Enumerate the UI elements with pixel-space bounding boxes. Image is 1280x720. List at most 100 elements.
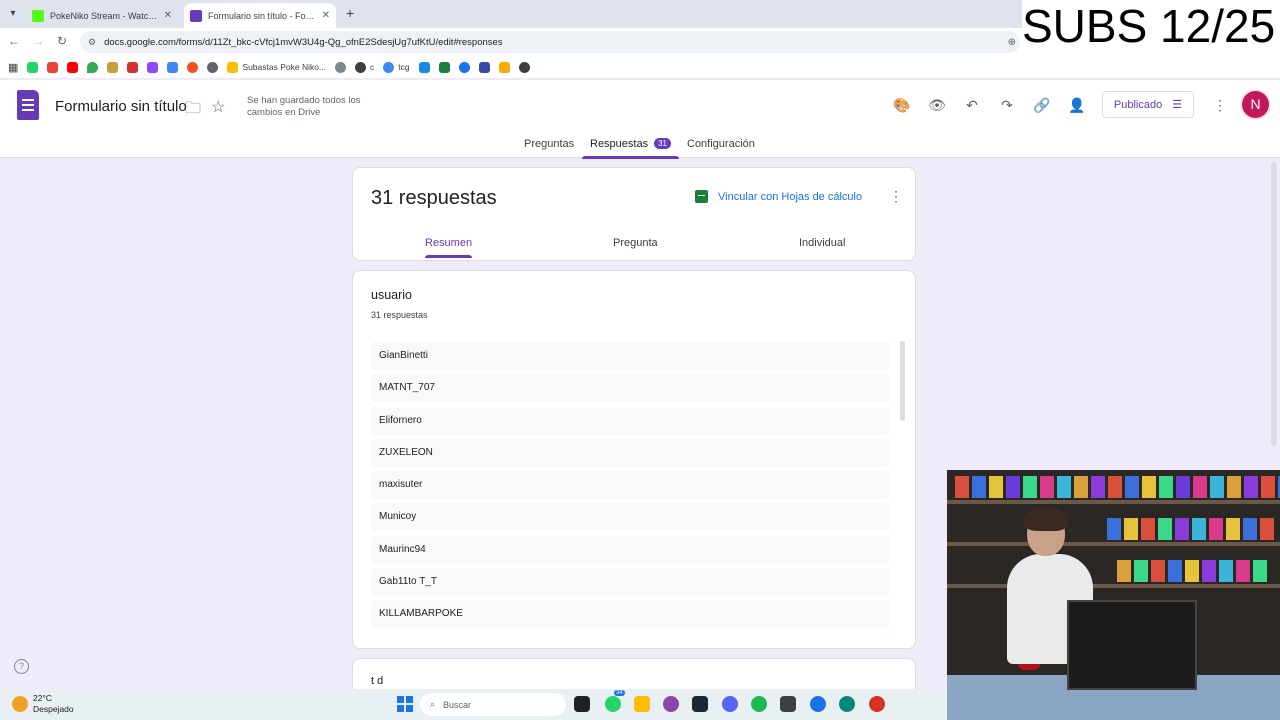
calculator-icon[interactable]	[780, 696, 796, 712]
task-view-icon[interactable]	[574, 696, 590, 712]
copilot-icon[interactable]	[663, 696, 679, 712]
search-icon: ⌕	[430, 699, 436, 709]
tab-questions[interactable]: Preguntas	[524, 138, 574, 158]
bookmark-subastas[interactable]: Subastas Poke Niko...	[227, 61, 326, 73]
question-response-count: 31 respuestas	[371, 310, 428, 320]
tab-responses[interactable]: Respuestas 31	[582, 138, 679, 159]
maps-bookmark-icon[interactable]	[87, 61, 99, 73]
whatsapp-bookmark-icon[interactable]	[27, 61, 39, 73]
bookmarks-bar: ▦ Subastas Poke Niko... c tcg	[0, 56, 1280, 78]
spotify-icon[interactable]	[751, 696, 767, 712]
list-item: Municoy	[371, 503, 889, 532]
response-list[interactable]: GianBinetti MATNT_707 Elifornero ZUXELEO…	[371, 342, 889, 633]
bookmark-icon[interactable]	[107, 61, 119, 73]
question-responses-card: usuario 31 respuestas GianBinetti MATNT_…	[352, 270, 916, 649]
list-scrollbar[interactable]	[900, 341, 905, 421]
youtube-bookmark-icon[interactable]	[67, 61, 79, 73]
page-scrollbar[interactable]	[1271, 162, 1277, 446]
responses-count-badge: 31	[654, 138, 671, 149]
bookmark-icon[interactable]	[207, 61, 219, 73]
laptop	[1067, 600, 1197, 690]
chrome-icon[interactable]	[810, 696, 826, 712]
sheets-bookmark-icon[interactable]	[438, 61, 450, 73]
steam-icon[interactable]	[692, 696, 708, 712]
link-sheets-button[interactable]: Vincular con Hojas de cálculo	[695, 190, 862, 203]
redo-icon[interactable]: ↷	[996, 94, 1018, 116]
calendar-bookmark-icon[interactable]	[167, 61, 179, 73]
avatar[interactable]: N	[1242, 91, 1269, 118]
weather-moon-icon[interactable]	[12, 696, 28, 712]
bookmark-icon[interactable]	[518, 61, 530, 73]
bookmark-icon	[383, 61, 395, 73]
app-icon[interactable]	[869, 696, 885, 712]
link-icon[interactable]: 🔗	[1031, 94, 1053, 116]
list-item: GianBinetti	[371, 342, 889, 370]
gmail-bookmark-icon[interactable]	[47, 61, 59, 73]
responses-summary-card: 31 respuestas Vincular con Hojas de cálc…	[352, 167, 916, 261]
forms-favicon-icon	[190, 9, 202, 22]
responses-count-title: 31 respuestas	[371, 187, 497, 209]
published-button[interactable]: Publicado ☰	[1102, 91, 1194, 118]
windows-taskbar: 22°C Despejado ⌕ Buscar 34	[0, 689, 947, 720]
subtab-individual[interactable]: Individual	[799, 237, 845, 249]
bookmark-tcg[interactable]: tcg	[383, 61, 410, 73]
reload-icon[interactable]: ↻	[54, 34, 70, 48]
palette-icon[interactable]: 🎨	[891, 94, 913, 116]
kick-favicon-icon	[32, 9, 44, 22]
bookmark-icon[interactable]	[127, 61, 139, 73]
list-item: Elifornero	[371, 406, 889, 435]
folder-icon[interactable]: 🗀	[185, 97, 201, 124]
subtab-question[interactable]: Pregunta	[613, 237, 658, 249]
drive-icon	[227, 61, 239, 73]
taskbar-search[interactable]: ⌕ Buscar	[420, 693, 566, 716]
back-arrow-icon[interactable]: ←	[6, 34, 22, 48]
form-tabs: Preguntas Respuestas 31 Configuración	[0, 136, 1280, 159]
twitch-bookmark-icon[interactable]	[147, 61, 159, 73]
list-item: Gab11to T_T	[371, 568, 889, 597]
site-info-icon[interactable]: ⚙	[88, 37, 96, 48]
browser-tab-forms[interactable]: Formulario sin título - Formular ✕	[184, 3, 336, 28]
preview-eye-icon[interactable]: 👁	[926, 94, 948, 116]
bookmark-c[interactable]: c	[355, 61, 374, 73]
zoom-icon[interactable]: ⊕	[1008, 37, 1016, 48]
tab-settings[interactable]: Configuración	[687, 138, 755, 158]
app-icon[interactable]	[839, 696, 855, 712]
google-forms-logo-icon[interactable]	[17, 90, 39, 120]
apps-grid-icon[interactable]: ▦	[8, 61, 18, 74]
address-bar-row: ← → ↻ ⚙ docs.google.com/forms/d/11Zt_bkc…	[0, 28, 1022, 56]
bookmark-icon[interactable]	[418, 61, 430, 73]
close-tab-icon[interactable]: ✕	[164, 10, 172, 21]
forward-arrow-icon[interactable]: →	[30, 34, 46, 48]
file-explorer-icon[interactable]	[634, 696, 650, 712]
close-tab-icon[interactable]: ✕	[322, 10, 330, 21]
bookmark-icon[interactable]	[498, 61, 510, 73]
bookmark-icon[interactable]	[335, 61, 347, 73]
sheets-icon	[695, 190, 708, 203]
tab-title: Formulario sin título - Formular	[208, 10, 316, 21]
browser-tab-stream[interactable]: PokeNiko Stream - Watch Live on ✕	[26, 3, 178, 28]
list-item: ZUXELEON	[371, 438, 889, 467]
new-tab-icon[interactable]: +	[346, 5, 354, 21]
more-options-icon[interactable]: ⋮	[889, 188, 903, 205]
webcam-overlay	[947, 470, 1280, 720]
whatsapp-icon[interactable]: 34	[605, 690, 625, 712]
url-field[interactable]: ⚙ docs.google.com/forms/d/11Zt_bkc-cVfcj…	[80, 31, 1020, 53]
undo-icon[interactable]: ↶	[961, 94, 983, 116]
list-item: MATNT_707	[371, 374, 889, 403]
tab-search-chevron-icon[interactable]: ▾	[4, 5, 22, 23]
bookmark-icon[interactable]	[478, 61, 490, 73]
form-title[interactable]: Formulario sin título	[55, 98, 187, 115]
star-icon[interactable]: ☆	[211, 97, 225, 117]
bookmark-icon[interactable]	[458, 61, 470, 73]
windows-start-icon[interactable]	[397, 696, 413, 712]
sliders-icon: ☰	[1172, 99, 1183, 111]
more-options-icon[interactable]: ⋮	[1209, 94, 1231, 116]
list-item: Maurinc94	[371, 535, 889, 564]
question-title: usuario	[371, 288, 412, 302]
bookmark-icon[interactable]	[187, 61, 199, 73]
discord-icon[interactable]	[722, 696, 738, 712]
whatsapp-badge: 34	[614, 690, 625, 696]
add-collaborator-icon[interactable]: 👤	[1066, 94, 1088, 116]
help-icon[interactable]: ?	[14, 659, 29, 674]
subtab-summary[interactable]: Resumen	[425, 237, 473, 258]
